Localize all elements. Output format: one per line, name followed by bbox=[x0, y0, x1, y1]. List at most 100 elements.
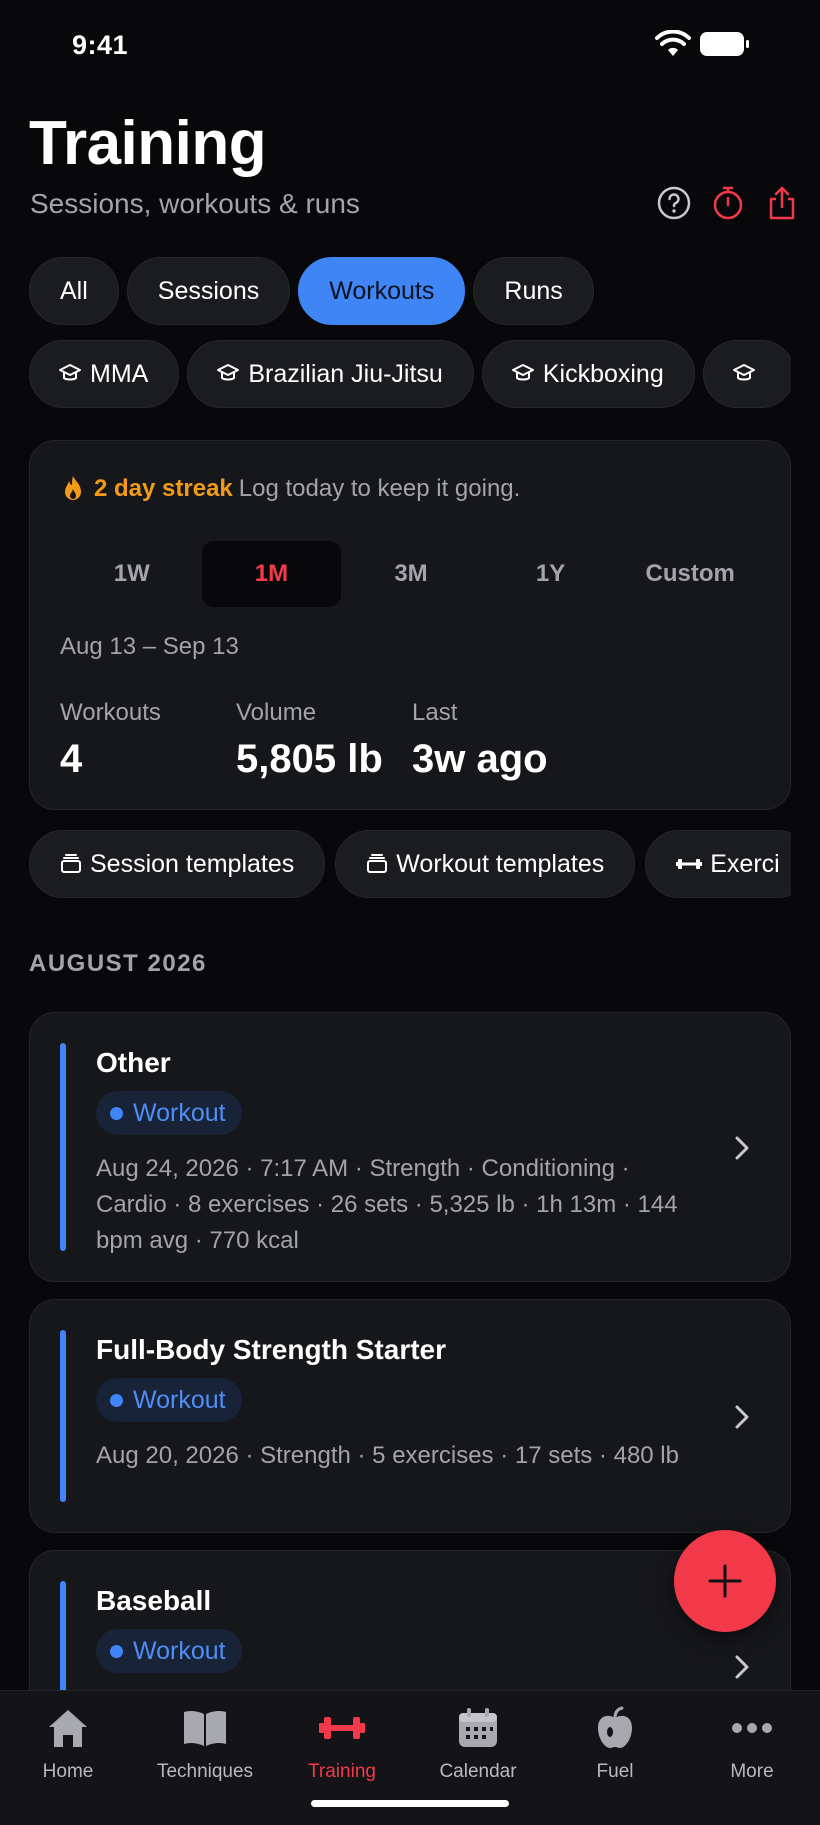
range-1w[interactable]: 1W bbox=[62, 541, 202, 607]
filter-runs[interactable]: Runs bbox=[473, 257, 594, 325]
status-time: 9:41 bbox=[72, 30, 129, 60]
sport-chip-bjj[interactable]: Brazilian Jiu-Jitsu bbox=[187, 340, 474, 408]
type-badge: Workout bbox=[96, 1378, 242, 1422]
sport-chip-label: MMA bbox=[90, 359, 149, 388]
stats-card: 2 day streak Log today to keep it going.… bbox=[29, 440, 791, 810]
apple-icon bbox=[598, 1706, 632, 1748]
sport-chip-more[interactable] bbox=[702, 340, 791, 408]
range-1m[interactable]: 1M bbox=[201, 541, 342, 607]
session-title: Baseball bbox=[96, 1585, 212, 1616]
template-row: Session templates Workout templates Exer… bbox=[29, 830, 791, 898]
home-icon bbox=[49, 1710, 87, 1747]
tab-label: Calendar bbox=[439, 1761, 517, 1782]
graduation-cap-icon bbox=[511, 364, 534, 381]
stat-value: 4 bbox=[60, 737, 83, 781]
streak-banner: 2 day streak Log today to keep it going. bbox=[62, 475, 520, 503]
stat-label: Workouts bbox=[60, 699, 161, 726]
sport-chip-label: Kickboxing bbox=[542, 359, 664, 388]
stat-last: Last 3w ago bbox=[412, 699, 548, 782]
sport-chip-kickboxing[interactable]: Kickboxing bbox=[481, 340, 695, 408]
sport-chip-label: Brazilian Jiu-Jitsu bbox=[248, 359, 443, 388]
tab-techniques[interactable]: Techniques bbox=[137, 1705, 273, 1783]
filter-workouts[interactable]: Workouts bbox=[298, 257, 466, 325]
card-accent-bar bbox=[60, 1330, 66, 1502]
range-3m[interactable]: 3M bbox=[341, 541, 481, 607]
tab-fuel[interactable]: Fuel bbox=[547, 1705, 683, 1783]
tab-training[interactable]: Training bbox=[274, 1705, 410, 1783]
type-badge: Workout bbox=[96, 1629, 242, 1673]
session-meta: Aug 20, 2026 · Strength · 5 exercises · … bbox=[96, 1442, 679, 1469]
filter-tabs: All Sessions Workouts Runs bbox=[29, 257, 594, 325]
tab-label: More bbox=[730, 1761, 774, 1782]
chevron-right-icon bbox=[735, 1136, 749, 1160]
session-card[interactable]: Other Workout Aug 24, 2026 · 7:17 AM · S… bbox=[29, 1012, 791, 1282]
more-icon bbox=[732, 1723, 772, 1733]
badge-label: Workout bbox=[133, 1098, 226, 1127]
tab-label: Training bbox=[308, 1761, 376, 1782]
stopwatch-icon bbox=[713, 186, 743, 220]
stat-label: Volume bbox=[236, 699, 317, 726]
template-label: Session templates bbox=[90, 849, 295, 878]
workout-templates-button[interactable]: Workout templates bbox=[335, 830, 636, 898]
sport-chip-mma[interactable]: MMA bbox=[29, 340, 180, 408]
template-label: Exerci bbox=[710, 849, 780, 878]
help-button[interactable] bbox=[655, 184, 693, 222]
graduation-cap-icon bbox=[732, 364, 755, 381]
share-icon bbox=[769, 186, 795, 220]
help-icon bbox=[657, 186, 691, 220]
filter-all[interactable]: All bbox=[29, 257, 119, 325]
session-templates-button[interactable]: Session templates bbox=[29, 830, 326, 898]
timer-button[interactable] bbox=[709, 184, 747, 222]
streak-message: Log today to keep it going. bbox=[238, 475, 521, 502]
wifi-icon bbox=[655, 30, 691, 56]
stat-value: 3w ago bbox=[412, 737, 548, 781]
stat-workouts: Workouts 4 bbox=[60, 699, 161, 782]
stat-label: Last bbox=[412, 699, 458, 726]
range-1y[interactable]: 1Y bbox=[481, 541, 621, 607]
flame-icon bbox=[65, 476, 81, 500]
status-bar: 9:41 bbox=[0, 0, 820, 92]
sport-filter-row: MMA Brazilian Jiu-Jitsu Kickboxing bbox=[29, 340, 791, 408]
type-badge: Workout bbox=[96, 1091, 242, 1135]
tab-more[interactable]: More bbox=[684, 1705, 820, 1783]
plus-icon bbox=[708, 1564, 742, 1598]
tab-label: Techniques bbox=[156, 1761, 254, 1782]
page-subtitle: Sessions, workouts & runs bbox=[30, 188, 360, 219]
graduation-cap-icon bbox=[59, 364, 81, 381]
exercises-button[interactable]: Exerci bbox=[645, 830, 791, 898]
session-meta: Aug 24, 2026 · 7:17 AM · Strength · Cond… bbox=[96, 1155, 678, 1254]
date-range: Aug 13 – Sep 13 bbox=[60, 633, 239, 660]
month-section-header: AUGUST 2026 bbox=[29, 950, 207, 977]
range-custom[interactable]: Custom bbox=[620, 541, 760, 607]
chevron-right-icon bbox=[735, 1405, 749, 1429]
dumbbell-icon bbox=[319, 1717, 365, 1739]
badge-label: Workout bbox=[133, 1636, 226, 1665]
badge-dot bbox=[110, 1644, 123, 1658]
session-title: Other bbox=[96, 1047, 171, 1078]
home-indicator bbox=[311, 1800, 509, 1807]
stat-value: 5,805 lb bbox=[236, 737, 383, 781]
card-accent-bar bbox=[60, 1043, 66, 1251]
session-card[interactable]: Full-Body Strength Starter Workout Aug 2… bbox=[29, 1299, 791, 1533]
battery-icon bbox=[700, 32, 749, 56]
share-button[interactable] bbox=[763, 184, 801, 222]
calendar-icon bbox=[459, 1708, 497, 1747]
tab-calendar[interactable]: Calendar bbox=[410, 1705, 546, 1783]
dumbbell-icon bbox=[676, 859, 703, 869]
add-workout-button[interactable] bbox=[674, 1530, 776, 1632]
tab-label: Fuel bbox=[596, 1761, 634, 1782]
badge-label: Workout bbox=[133, 1385, 226, 1414]
session-title: Full-Body Strength Starter bbox=[96, 1334, 447, 1365]
range-selector: 1W 1M 3M 1Y Custom bbox=[62, 541, 760, 607]
badge-dot bbox=[110, 1393, 123, 1407]
filter-sessions[interactable]: Sessions bbox=[126, 257, 291, 325]
page-title: Training bbox=[29, 109, 267, 178]
tab-home[interactable]: Home bbox=[0, 1705, 136, 1783]
badge-dot bbox=[110, 1106, 123, 1120]
graduation-cap-icon bbox=[217, 364, 240, 381]
tab-label: Home bbox=[42, 1761, 94, 1782]
streak-count: 2 day streak bbox=[94, 475, 233, 502]
chevron-right-icon bbox=[735, 1655, 749, 1679]
layers-icon bbox=[367, 854, 388, 873]
stat-volume: Volume 5,805 lb bbox=[236, 699, 383, 782]
